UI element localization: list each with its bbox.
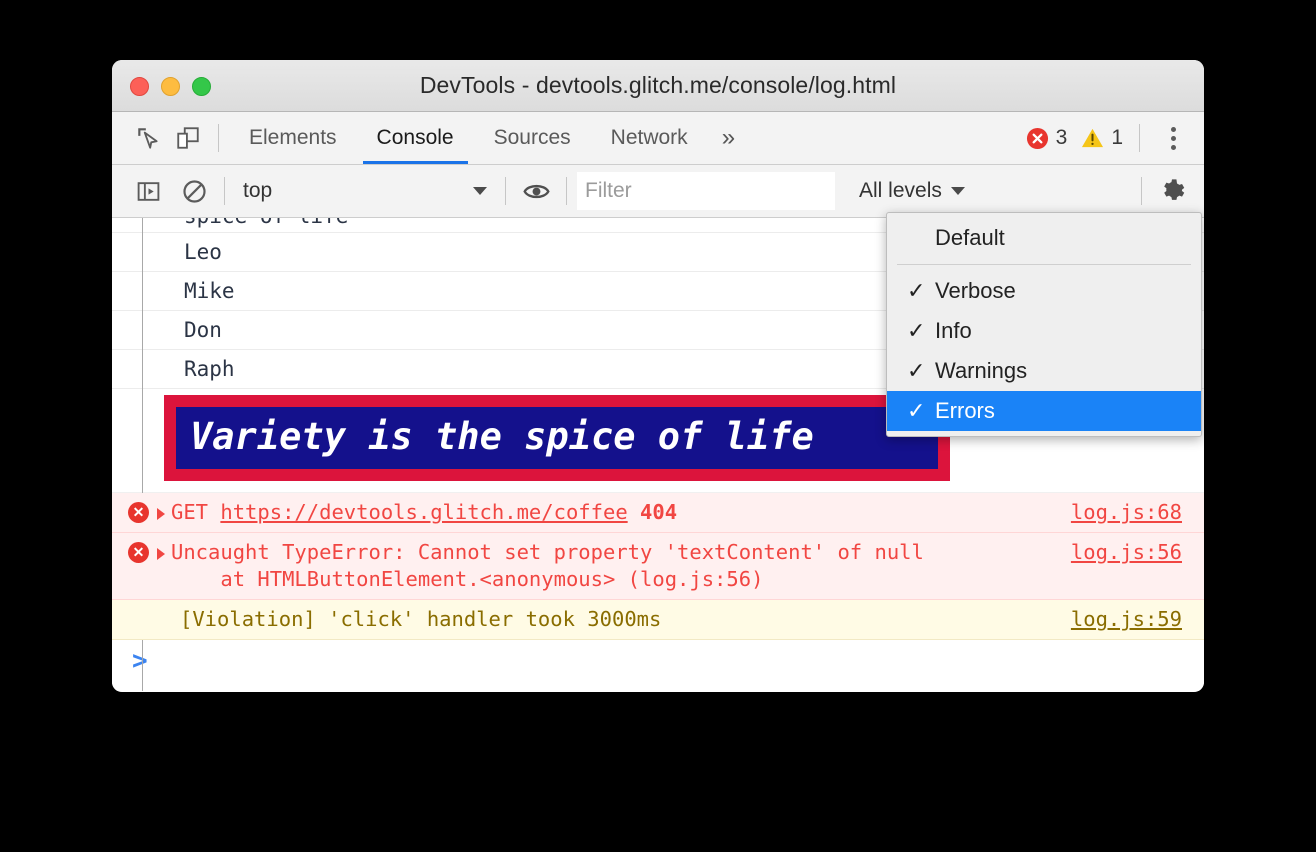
- tab-console[interactable]: Console: [357, 112, 474, 164]
- tab-elements[interactable]: Elements: [229, 112, 357, 164]
- window-traffic-lights: [130, 77, 211, 96]
- menu-item-warnings-label: Warnings: [935, 358, 1028, 383]
- more-tabs-button[interactable]: »: [708, 112, 749, 164]
- devtools-tabbar: Elements Console Sources Network » 3 1: [112, 112, 1204, 165]
- tab-sources[interactable]: Sources: [474, 112, 591, 164]
- chevron-double-right-icon: »: [721, 124, 736, 151]
- clear-console-icon[interactable]: [174, 171, 214, 211]
- console-toolbar: top All levels: [112, 165, 1204, 218]
- prompt-chevron-icon: >: [132, 646, 148, 676]
- toolbar-divider-2: [505, 177, 506, 205]
- source-link[interactable]: log.js:59: [1071, 606, 1182, 633]
- error-count-group[interactable]: 3: [1026, 126, 1068, 150]
- menu-item-info-label: Info: [935, 318, 972, 343]
- tab-network-label: Network: [610, 126, 688, 149]
- menu-item-errors[interactable]: ✓ Errors: [887, 391, 1201, 431]
- console-prompt-row[interactable]: >: [112, 640, 1204, 674]
- error-circle-icon: [1026, 127, 1049, 150]
- clipped-message-text: spice of life: [184, 218, 348, 228]
- execution-context-value: top: [243, 179, 273, 202]
- settings-gear-icon[interactable]: [1152, 171, 1192, 211]
- http-method: GET: [171, 500, 209, 524]
- tabbar-status-area: 3 1: [1026, 124, 1190, 152]
- error-network-text: GET https://devtools.glitch.me/coffee 40…: [171, 499, 1053, 526]
- window-titlebar: DevTools - devtools.glitch.me/console/lo…: [112, 60, 1204, 112]
- execution-context-select[interactable]: top: [235, 174, 495, 208]
- error-stack-frame: at HTMLButtonElement.<anonymous> (log.js…: [171, 567, 764, 591]
- warning-count-group[interactable]: 1: [1081, 126, 1123, 150]
- console-toolbar-right: [1131, 171, 1192, 211]
- console-warning-violation[interactable]: [Violation] 'click' handler took 3000ms …: [112, 600, 1204, 640]
- menu-item-verbose[interactable]: ✓ Verbose: [887, 271, 1201, 311]
- filter-input[interactable]: [577, 172, 835, 210]
- log-levels-dropdown-button[interactable]: All levels: [849, 174, 975, 208]
- chevron-down-icon: [950, 187, 965, 195]
- error-typeerror-text: Uncaught TypeError: Cannot set property …: [171, 539, 1053, 593]
- panel-tabs: Elements Console Sources Network »: [229, 112, 749, 164]
- styled-message-text: Variety is the spice of life: [190, 415, 814, 458]
- window-title: DevTools - devtools.glitch.me/console/lo…: [419, 72, 897, 98]
- error-circle-icon: ✕: [128, 502, 149, 523]
- error-count: 3: [1055, 126, 1068, 149]
- expand-arrow-icon[interactable]: [157, 548, 165, 560]
- source-link[interactable]: log.js:68: [1071, 499, 1182, 526]
- checkmark-icon: ✓: [907, 278, 926, 303]
- checkmark-icon: ✓: [907, 318, 926, 343]
- toolbar-divider-1: [224, 177, 225, 205]
- minimize-window-button[interactable]: [161, 77, 180, 96]
- tab-console-label: Console: [376, 126, 454, 149]
- zoom-window-button[interactable]: [192, 77, 211, 96]
- checkmark-icon: ✓: [907, 358, 926, 383]
- menu-separator: [897, 264, 1191, 265]
- error-circle-icon: ✕: [128, 542, 149, 563]
- checkmark-icon: ✓: [907, 398, 926, 423]
- kebab-menu-icon[interactable]: [1156, 126, 1190, 150]
- console-sidebar-icon[interactable]: [128, 171, 168, 211]
- toolbar-divider-3: [566, 177, 567, 205]
- menu-item-info[interactable]: ✓ Info: [887, 311, 1201, 351]
- source-link[interactable]: log.js:56: [1071, 539, 1182, 566]
- tab-elements-label: Elements: [249, 126, 337, 149]
- expand-arrow-icon[interactable]: [157, 508, 165, 520]
- tab-sources-label: Sources: [493, 126, 571, 149]
- tabbar-divider: [218, 124, 219, 152]
- log-levels-label: All levels: [859, 179, 942, 202]
- status-divider: [1139, 124, 1140, 152]
- menu-item-warnings[interactable]: ✓ Warnings: [887, 351, 1201, 391]
- close-window-button[interactable]: [130, 77, 149, 96]
- device-toolbar-icon[interactable]: [168, 118, 208, 158]
- live-expression-eye-icon[interactable]: [516, 171, 556, 211]
- request-url-link[interactable]: https://devtools.glitch.me/coffee: [220, 500, 627, 524]
- error-message: Uncaught TypeError: Cannot set property …: [171, 540, 924, 564]
- console-error-network[interactable]: ✕ GET https://devtools.glitch.me/coffee …: [112, 493, 1204, 533]
- styled-message-banner: Variety is the spice of life: [164, 395, 950, 481]
- warning-triangle-icon: [1081, 127, 1104, 150]
- log-levels-dropdown-menu[interactable]: Default ✓ Verbose ✓ Info ✓ Warnings ✓ Er…: [886, 212, 1202, 437]
- screenshot-stage: DevTools - devtools.glitch.me/console/lo…: [0, 0, 1316, 852]
- warning-count: 1: [1111, 126, 1123, 149]
- chevron-down-icon: [473, 187, 487, 195]
- toolbar-divider-4: [1141, 177, 1142, 205]
- inspect-element-icon[interactable]: [128, 118, 168, 158]
- console-error-typeerror[interactable]: ✕ Uncaught TypeError: Cannot set propert…: [112, 533, 1204, 600]
- tab-network[interactable]: Network: [591, 112, 708, 164]
- menu-item-default[interactable]: Default: [887, 218, 1201, 258]
- menu-item-errors-label: Errors: [935, 398, 995, 423]
- menu-item-verbose-label: Verbose: [935, 278, 1016, 303]
- warning-text: [Violation] 'click' handler took 3000ms: [180, 607, 662, 631]
- menu-item-default-label: Default: [935, 225, 1005, 250]
- http-status: 404: [640, 500, 678, 524]
